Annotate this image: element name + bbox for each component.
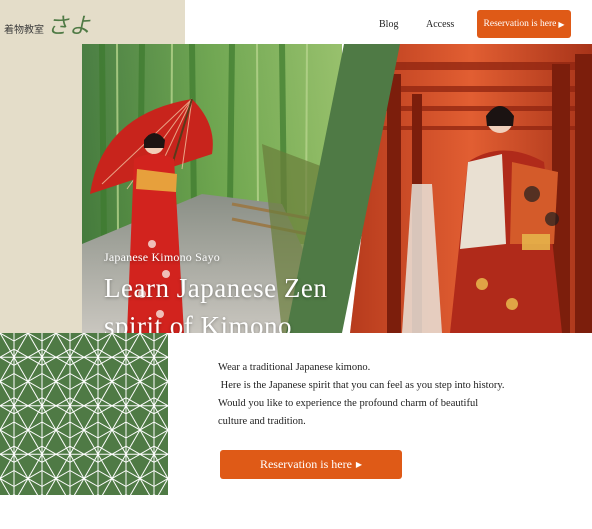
hero-banner: Japanese Kimono Sayo Learn Japanese Zen … [82, 44, 592, 333]
nav-link-blog[interactable]: Blog [379, 19, 398, 30]
logo-small-text: 着物教室 [4, 25, 44, 36]
hero-title-line2: spirit of Kimono [104, 311, 292, 333]
asanoha-pattern [0, 333, 168, 495]
main-reservation-label: Reservation is here [259, 457, 352, 471]
logo-script-text: さよ [47, 13, 92, 38]
intro-text: Wear a traditional Japanese kimono. Here… [218, 359, 578, 431]
play-triangle-icon: ▶ [355, 460, 363, 469]
hero-text: Japanese Kimono Sayo Learn Japanese Zen … [104, 250, 327, 333]
nav-link-access[interactable]: Access [426, 19, 454, 30]
hero-title: Learn Japanese Zen spirit of Kimono [104, 269, 327, 333]
intro-line: Wear a traditional Japanese kimono. [218, 362, 371, 373]
site-logo[interactable]: 着物教室 さよ [4, 8, 91, 40]
play-triangle-icon: ▶ [558, 19, 565, 29]
intro-line: culture and tradition. [218, 416, 306, 427]
main-reservation-button[interactable]: Reservation is here ▶ [220, 450, 402, 479]
hero-title-line1: Learn Japanese Zen [104, 273, 328, 303]
intro-line: Here is the Japanese spirit that you can… [218, 380, 505, 391]
nav-reservation-button[interactable]: Reservation is here ▶ [477, 10, 571, 38]
nav-reservation-label: Reservation is here [483, 19, 557, 29]
top-nav: Blog Access Reservation is here ▶ [185, 0, 592, 44]
hero-subtitle: Japanese Kimono Sayo [104, 250, 220, 264]
intro-line: Would you like to experience the profoun… [218, 398, 479, 409]
